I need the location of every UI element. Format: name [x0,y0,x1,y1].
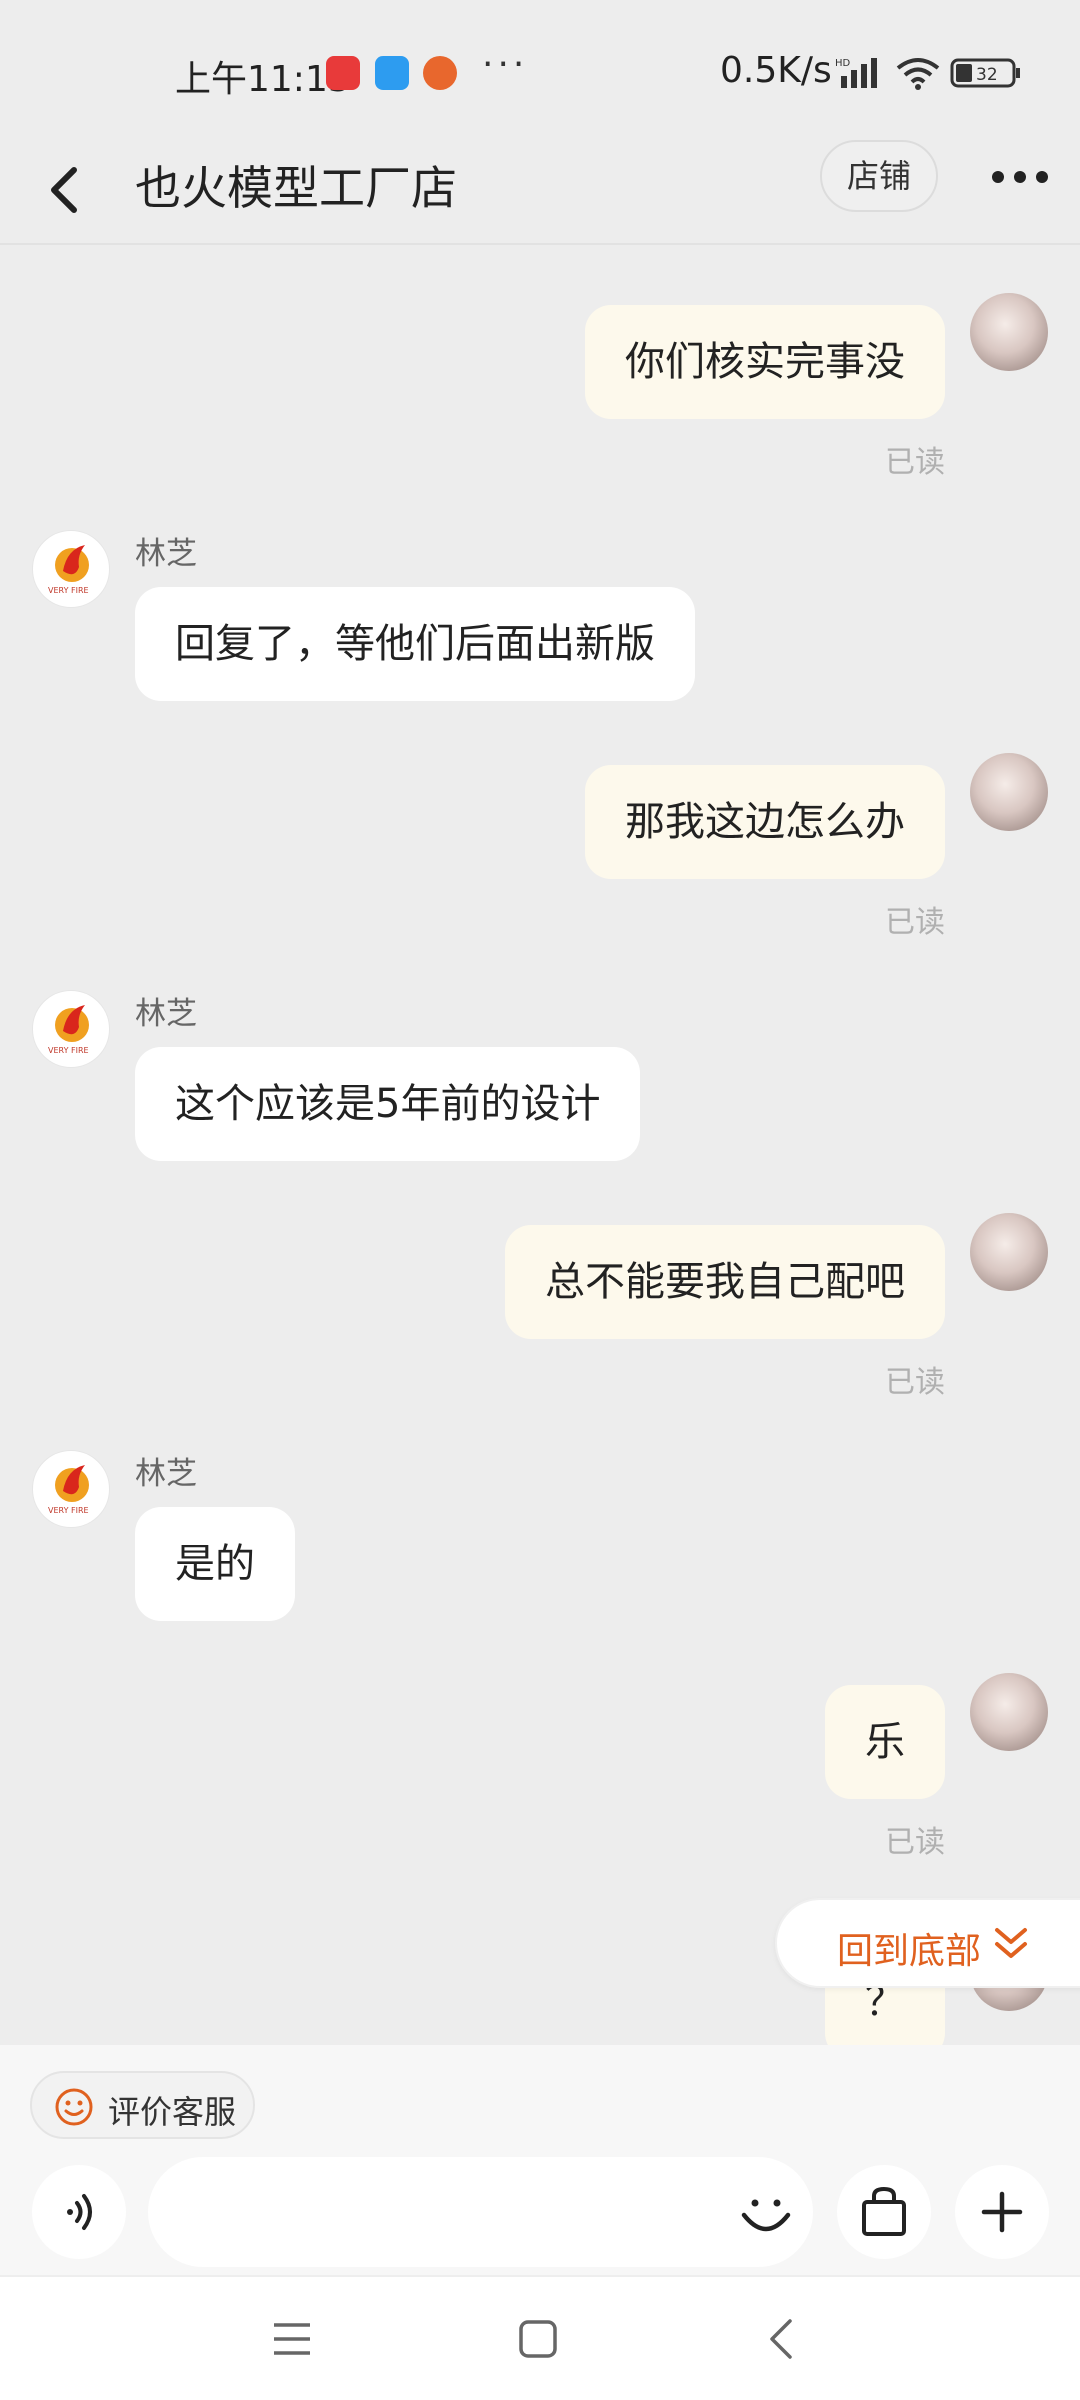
status-more-icon: ··· [482,44,529,85]
message-input[interactable] [148,2157,813,2267]
chat-input-panel: 评价客服 [0,2045,1080,2275]
read-status: 已读 [885,1825,945,1860]
read-status: 已读 [885,905,945,940]
my-avatar[interactable] [970,1213,1048,1291]
battery-icon: 32 [950,58,1020,88]
message-bubble-theirs[interactable]: 是的 [135,1507,295,1621]
message-bubble-theirs[interactable]: 回复了，等他们后面出新版 [135,587,695,701]
page-title: 也火模型工厂店 [135,161,457,215]
my-avatar[interactable] [970,1673,1048,1751]
status-bar: 上午11:13 ··· 0.5K/s HD 32 [0,0,1080,150]
rate-service-button[interactable]: 评价客服 [30,2071,255,2139]
very-fire-logo-icon: VERY FIRE [48,1005,89,1055]
rate-service-label: 评价客服 [108,2093,237,2131]
system-back-icon[interactable] [766,2317,796,2361]
back-to-bottom-label: 回到底部 [837,1931,982,1972]
my-avatar[interactable] [970,753,1048,831]
message-bubble-mine[interactable]: 那我这边怎么办 [585,765,945,879]
plus-icon [981,2191,1023,2233]
battery-level: 32 [976,65,998,85]
message-bubble-theirs[interactable]: 这个应该是5年前的设计 [135,1047,641,1161]
sender-name: 林芝 [135,996,197,1032]
status-time: 上午11:13 [175,59,351,100]
netease-app-icon [326,56,360,90]
message-bubble-mine[interactable]: 总不能要我自己配吧 [505,1225,945,1339]
shop-avatar[interactable]: VERY FIRE [32,530,110,608]
double-chevron-down-icon [995,1928,1027,1958]
svg-text:HD: HD [835,58,851,69]
network-speed: 0.5K/s [720,50,832,91]
goods-button[interactable] [837,2165,931,2259]
message-bubble-mine[interactable]: 你们核实完事没 [585,305,945,419]
shop-avatar[interactable]: VERY FIRE [32,990,110,1068]
read-status: 已读 [885,445,945,480]
back-icon[interactable] [40,160,90,220]
game-app-icon [423,56,457,90]
shopping-bag-icon [862,2186,906,2236]
message-bubble-mine[interactable]: 乐 [825,1685,945,1799]
home-icon[interactable] [518,2319,558,2359]
system-nav-bar [0,2275,1080,2400]
sender-name: 林芝 [135,1456,197,1492]
svg-text:VERY FIRE: VERY FIRE [48,1506,89,1515]
shop-avatar[interactable]: VERY FIRE [32,1450,110,1528]
recent-apps-icon[interactable] [272,2321,312,2357]
very-fire-logo-icon: VERY FIRE [48,1465,89,1515]
voice-icon [67,2194,92,2230]
shop-button[interactable]: 店铺 [820,140,938,212]
svg-text:VERY FIRE: VERY FIRE [48,1046,89,1055]
message-list[interactable]: 你们核实完事没 已读 VERY FIRE 林芝 回复了，等他们后面出新版 那我这… [0,245,1080,2045]
wifi-icon [896,58,940,90]
read-status: 已读 [885,1365,945,1400]
voice-button[interactable] [32,2165,126,2259]
blue-app-icon [375,56,409,90]
emoji-icon[interactable] [738,2185,794,2241]
svg-text:VERY FIRE: VERY FIRE [48,586,89,595]
my-avatar[interactable] [970,293,1048,371]
more-dots-icon[interactable] [990,162,1050,192]
signal-icon: HD [835,58,877,88]
very-fire-logo-icon: VERY FIRE [48,545,89,595]
back-to-bottom-button[interactable]: 回到底部 [775,1898,1080,1988]
chat-header: 也火模型工厂店 店铺 [0,140,1080,245]
smile-icon [55,2088,93,2126]
sender-name: 林芝 [135,536,197,572]
more-actions-button[interactable] [955,2165,1049,2259]
